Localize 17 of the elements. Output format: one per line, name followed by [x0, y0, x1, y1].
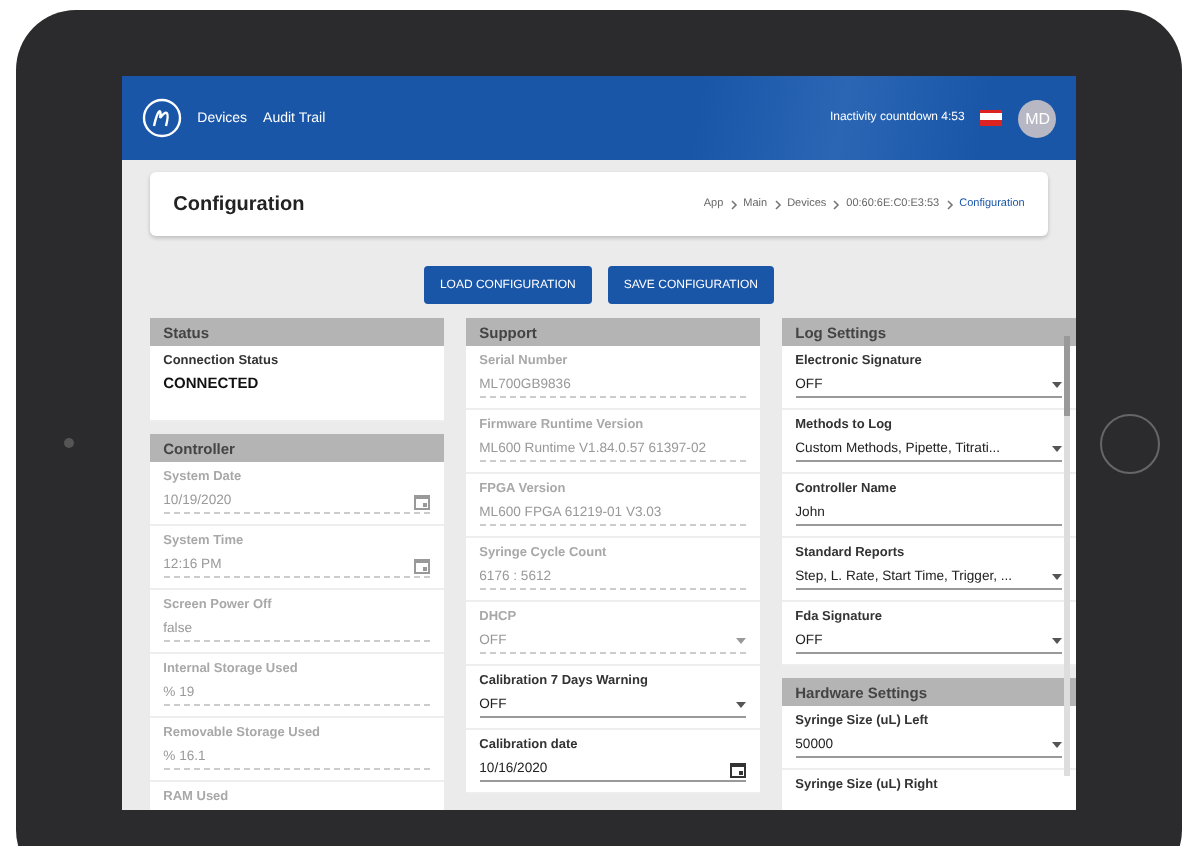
caret-icon[interactable]	[735, 702, 746, 708]
logo-icon[interactable]	[141, 98, 182, 138]
chevron-icon	[773, 199, 782, 209]
chevron-icon	[945, 199, 954, 209]
chevron-icon	[729, 199, 738, 209]
scrollbar[interactable]	[1064, 336, 1071, 776]
caret-icon[interactable]	[1051, 574, 1062, 580]
caret-icon[interactable]	[1051, 742, 1062, 748]
caret-icon[interactable]	[1051, 638, 1062, 644]
caret-icon[interactable]	[1051, 382, 1062, 388]
flag-icon[interactable]	[980, 110, 1003, 126]
calendar-icon[interactable]	[729, 761, 746, 777]
page-title: Configuration	[173, 193, 307, 215]
camera-dot	[63, 438, 74, 448]
home-button[interactable]	[1099, 413, 1160, 473]
caret-icon[interactable]	[1051, 446, 1062, 452]
chevron-icon	[832, 199, 841, 209]
